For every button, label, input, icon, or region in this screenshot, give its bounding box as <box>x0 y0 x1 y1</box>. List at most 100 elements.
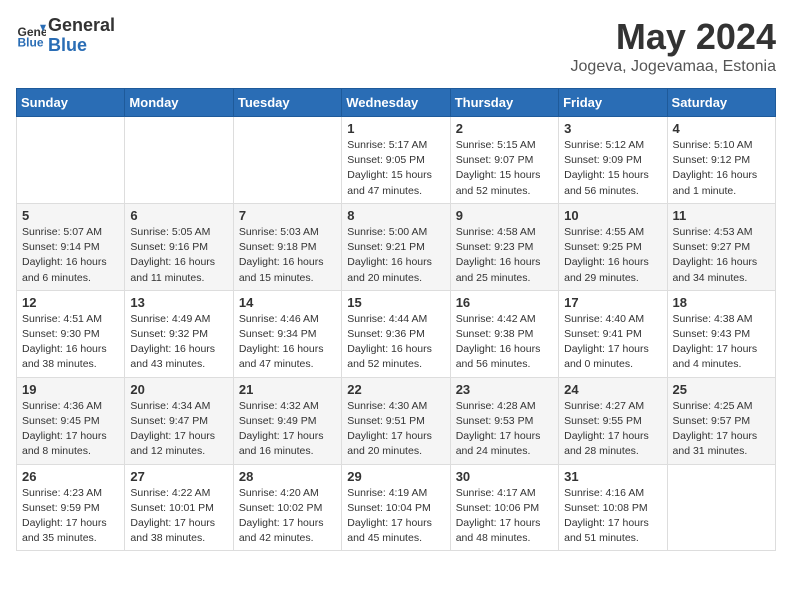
daylight-text: Daylight: 17 hours and 42 minutes. <box>239 517 324 544</box>
calendar-cell: 20 Sunrise: 4:34 AM Sunset: 9:47 PM Dayl… <box>125 377 233 464</box>
page-header: General Blue General Blue May 2024 Jogev… <box>16 16 776 76</box>
calendar-cell: 9 Sunrise: 4:58 AM Sunset: 9:23 PM Dayli… <box>450 203 558 290</box>
day-number: 21 <box>239 382 336 397</box>
day-number: 7 <box>239 208 336 223</box>
day-number: 20 <box>130 382 227 397</box>
logo-text: General Blue <box>48 16 115 56</box>
daylight-text: Daylight: 16 hours and 29 minutes. <box>564 256 649 283</box>
sunset-text: Sunset: 9:09 PM <box>564 154 642 166</box>
day-number: 5 <box>22 208 119 223</box>
day-number: 8 <box>347 208 444 223</box>
calendar-cell <box>667 464 775 551</box>
sunset-text: Sunset: 9:05 PM <box>347 154 425 166</box>
calendar-cell: 26 Sunrise: 4:23 AM Sunset: 9:59 PM Dayl… <box>17 464 125 551</box>
sunrise-text: Sunrise: 4:55 AM <box>564 226 644 238</box>
sunrise-text: Sunrise: 4:34 AM <box>130 400 210 412</box>
sunrise-text: Sunrise: 4:42 AM <box>456 313 536 325</box>
daylight-text: Daylight: 16 hours and 25 minutes. <box>456 256 541 283</box>
sunrise-text: Sunrise: 4:30 AM <box>347 400 427 412</box>
daylight-text: Daylight: 17 hours and 48 minutes. <box>456 517 541 544</box>
daylight-text: Daylight: 15 hours and 56 minutes. <box>564 169 649 196</box>
sunset-text: Sunset: 10:04 PM <box>347 502 430 514</box>
daylight-text: Daylight: 17 hours and 12 minutes. <box>130 430 215 457</box>
sunset-text: Sunset: 9:25 PM <box>564 241 642 253</box>
daylight-text: Daylight: 16 hours and 56 minutes. <box>456 343 541 370</box>
sunset-text: Sunset: 9:12 PM <box>673 154 751 166</box>
header-friday: Friday <box>559 89 667 117</box>
sunset-text: Sunset: 10:02 PM <box>239 502 322 514</box>
sunset-text: Sunset: 10:01 PM <box>130 502 213 514</box>
sunset-text: Sunset: 9:51 PM <box>347 415 425 427</box>
calendar-cell: 29 Sunrise: 4:19 AM Sunset: 10:04 PM Day… <box>342 464 450 551</box>
calendar-cell: 18 Sunrise: 4:38 AM Sunset: 9:43 PM Dayl… <box>667 290 775 377</box>
calendar-cell: 1 Sunrise: 5:17 AM Sunset: 9:05 PM Dayli… <box>342 117 450 204</box>
sunset-text: Sunset: 9:53 PM <box>456 415 534 427</box>
sunrise-text: Sunrise: 4:40 AM <box>564 313 644 325</box>
calendar-cell: 17 Sunrise: 4:40 AM Sunset: 9:41 PM Dayl… <box>559 290 667 377</box>
day-number: 3 <box>564 121 661 136</box>
sunrise-text: Sunrise: 4:53 AM <box>673 226 753 238</box>
day-number: 17 <box>564 295 661 310</box>
daylight-text: Daylight: 17 hours and 35 minutes. <box>22 517 107 544</box>
svg-text:Blue: Blue <box>18 35 44 49</box>
header-sunday: Sunday <box>17 89 125 117</box>
daylight-text: Daylight: 15 hours and 52 minutes. <box>456 169 541 196</box>
header-wednesday: Wednesday <box>342 89 450 117</box>
sunset-text: Sunset: 10:08 PM <box>564 502 647 514</box>
sunset-text: Sunset: 9:32 PM <box>130 328 208 340</box>
sunrise-text: Sunrise: 5:03 AM <box>239 226 319 238</box>
daylight-text: Daylight: 17 hours and 24 minutes. <box>456 430 541 457</box>
sunset-text: Sunset: 9:07 PM <box>456 154 534 166</box>
daylight-text: Daylight: 16 hours and 6 minutes. <box>22 256 107 283</box>
sunset-text: Sunset: 9:18 PM <box>239 241 317 253</box>
daylight-text: Daylight: 17 hours and 8 minutes. <box>22 430 107 457</box>
calendar-cell: 11 Sunrise: 4:53 AM Sunset: 9:27 PM Dayl… <box>667 203 775 290</box>
sunrise-text: Sunrise: 4:36 AM <box>22 400 102 412</box>
calendar-cell: 5 Sunrise: 5:07 AM Sunset: 9:14 PM Dayli… <box>17 203 125 290</box>
sunrise-text: Sunrise: 4:27 AM <box>564 400 644 412</box>
calendar-cell <box>125 117 233 204</box>
calendar-cell: 28 Sunrise: 4:20 AM Sunset: 10:02 PM Day… <box>233 464 341 551</box>
week-row-1: 1 Sunrise: 5:17 AM Sunset: 9:05 PM Dayli… <box>17 117 776 204</box>
sunset-text: Sunset: 9:16 PM <box>130 241 208 253</box>
sunrise-text: Sunrise: 4:38 AM <box>673 313 753 325</box>
day-number: 11 <box>673 208 770 223</box>
daylight-text: Daylight: 16 hours and 11 minutes. <box>130 256 215 283</box>
day-number: 13 <box>130 295 227 310</box>
day-number: 29 <box>347 469 444 484</box>
sunrise-text: Sunrise: 5:12 AM <box>564 139 644 151</box>
logo-icon: General Blue <box>16 21 46 51</box>
week-row-2: 5 Sunrise: 5:07 AM Sunset: 9:14 PM Dayli… <box>17 203 776 290</box>
logo-general-text: General <box>48 16 115 36</box>
sunrise-text: Sunrise: 4:58 AM <box>456 226 536 238</box>
daylight-text: Daylight: 17 hours and 4 minutes. <box>673 343 758 370</box>
sunrise-text: Sunrise: 4:51 AM <box>22 313 102 325</box>
sunset-text: Sunset: 9:45 PM <box>22 415 100 427</box>
sunset-text: Sunset: 9:36 PM <box>347 328 425 340</box>
sunset-text: Sunset: 9:49 PM <box>239 415 317 427</box>
calendar-cell: 19 Sunrise: 4:36 AM Sunset: 9:45 PM Dayl… <box>17 377 125 464</box>
header-monday: Monday <box>125 89 233 117</box>
sunset-text: Sunset: 9:34 PM <box>239 328 317 340</box>
daylight-text: Daylight: 17 hours and 31 minutes. <box>673 430 758 457</box>
calendar-cell: 27 Sunrise: 4:22 AM Sunset: 10:01 PM Day… <box>125 464 233 551</box>
daylight-text: Daylight: 17 hours and 0 minutes. <box>564 343 649 370</box>
calendar-cell: 3 Sunrise: 5:12 AM Sunset: 9:09 PM Dayli… <box>559 117 667 204</box>
calendar-cell: 24 Sunrise: 4:27 AM Sunset: 9:55 PM Dayl… <box>559 377 667 464</box>
day-number: 18 <box>673 295 770 310</box>
day-number: 2 <box>456 121 553 136</box>
sunrise-text: Sunrise: 4:46 AM <box>239 313 319 325</box>
calendar-cell <box>233 117 341 204</box>
sunrise-text: Sunrise: 4:28 AM <box>456 400 536 412</box>
weekday-header-row: Sunday Monday Tuesday Wednesday Thursday… <box>17 89 776 117</box>
calendar-cell: 2 Sunrise: 5:15 AM Sunset: 9:07 PM Dayli… <box>450 117 558 204</box>
week-row-5: 26 Sunrise: 4:23 AM Sunset: 9:59 PM Dayl… <box>17 464 776 551</box>
logo-blue-text: Blue <box>48 36 115 56</box>
sunrise-text: Sunrise: 4:32 AM <box>239 400 319 412</box>
daylight-text: Daylight: 16 hours and 43 minutes. <box>130 343 215 370</box>
sunset-text: Sunset: 9:41 PM <box>564 328 642 340</box>
sunset-text: Sunset: 9:47 PM <box>130 415 208 427</box>
daylight-text: Daylight: 16 hours and 52 minutes. <box>347 343 432 370</box>
header-thursday: Thursday <box>450 89 558 117</box>
calendar-cell: 8 Sunrise: 5:00 AM Sunset: 9:21 PM Dayli… <box>342 203 450 290</box>
